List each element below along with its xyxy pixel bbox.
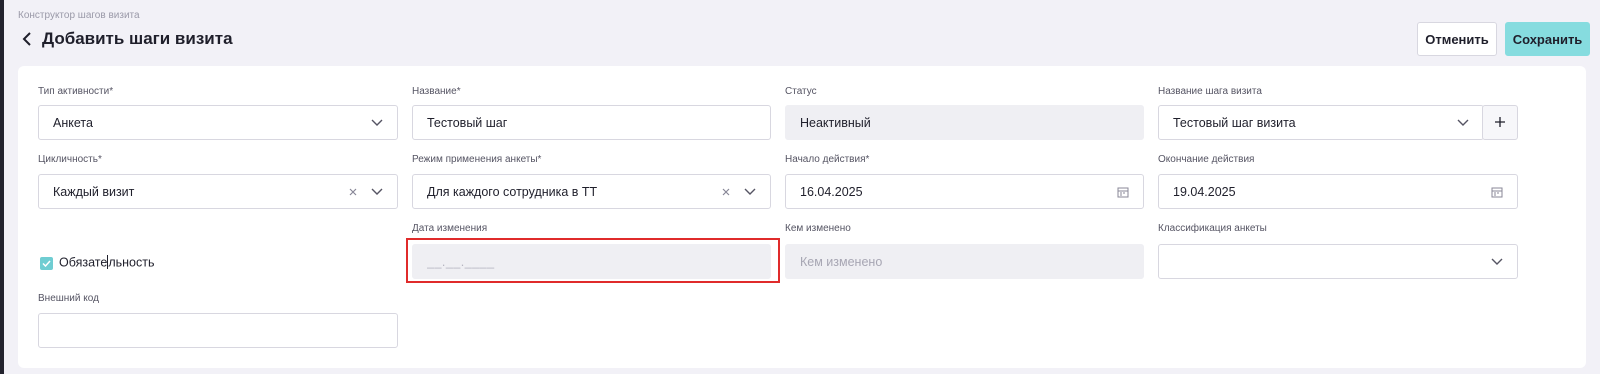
end-date-value: 19.04.2025	[1173, 184, 1236, 199]
activity-type-select[interactable]: Анкета	[38, 105, 398, 140]
external-code-input[interactable]	[38, 313, 398, 348]
start-date-input[interactable]: 16.04.2025	[785, 174, 1144, 209]
activity-type-value: Анкета	[53, 115, 93, 130]
left-rail	[0, 0, 4, 374]
start-date-value: 16.04.2025	[800, 184, 863, 199]
breadcrumb[interactable]: Конструктор шагов визита	[18, 10, 140, 21]
cyclicity-value: Каждый визит	[53, 184, 135, 199]
survey-mode-label: Режим применения анкеты*	[412, 154, 542, 165]
changed-by-field: Кем изменено	[785, 244, 1144, 279]
chevron-down-icon[interactable]	[365, 180, 389, 204]
cyclicity-select[interactable]: Каждый визит	[38, 174, 398, 209]
chevron-left-icon[interactable]	[20, 30, 34, 48]
step-name-select[interactable]: Тестовый шаг визита	[1158, 105, 1484, 140]
status-label: Статус	[785, 86, 817, 97]
mandatory-checkbox-row[interactable]: Обязательность	[40, 255, 154, 271]
chevron-down-icon[interactable]	[1451, 111, 1475, 135]
add-step-name-button[interactable]	[1482, 105, 1518, 140]
changed-date-label: Дата изменения	[412, 223, 488, 234]
clear-icon[interactable]	[341, 180, 365, 204]
mandatory-label: Обязательность	[59, 255, 155, 270]
mandatory-checkbox[interactable]	[40, 256, 53, 270]
changed-date-value: __.__.____	[427, 254, 495, 269]
name-label: Название*	[412, 86, 461, 97]
survey-classification-select[interactable]	[1158, 244, 1518, 279]
survey-classification-label: Классификация анкеты	[1158, 223, 1267, 234]
activity-type-label: Тип активности*	[38, 86, 114, 97]
clear-icon[interactable]	[714, 180, 738, 204]
cancel-button[interactable]: Отменить	[1417, 22, 1497, 56]
page-header: Добавить шаги визита	[20, 29, 233, 49]
page-title: Добавить шаги визита	[42, 29, 233, 48]
step-name-label: Название шага визита	[1158, 86, 1262, 97]
chevron-down-icon[interactable]	[1485, 250, 1509, 274]
end-date-label: Окончание действия	[1158, 154, 1255, 165]
cyclicity-label: Цикличность*	[38, 154, 102, 165]
chevron-down-icon[interactable]	[738, 180, 762, 204]
end-date-input[interactable]: 19.04.2025	[1158, 174, 1518, 209]
changed-by-label: Кем изменено	[785, 223, 851, 234]
plus-icon	[1495, 114, 1505, 132]
chevron-down-icon[interactable]	[365, 111, 389, 135]
calendar-icon[interactable]	[1485, 180, 1509, 204]
status-field: Неактивный	[785, 105, 1144, 140]
external-code-label: Внешний код	[38, 293, 99, 304]
calendar-icon[interactable]	[1111, 180, 1135, 204]
name-input[interactable]: Тестовый шаг	[412, 105, 771, 140]
save-button[interactable]: Сохранить	[1505, 22, 1590, 56]
step-name-value: Тестовый шаг визита	[1173, 115, 1296, 130]
name-value: Тестовый шаг	[427, 115, 508, 130]
status-value: Неактивный	[800, 115, 871, 130]
survey-mode-value: Для каждого сотрудника в ТТ	[427, 184, 598, 199]
changed-date-field: __.__.____	[412, 244, 771, 279]
survey-mode-select[interactable]: Для каждого сотрудника в ТТ	[412, 174, 771, 209]
start-date-label: Начало действия*	[785, 154, 870, 165]
changed-by-placeholder: Кем изменено	[800, 254, 883, 269]
